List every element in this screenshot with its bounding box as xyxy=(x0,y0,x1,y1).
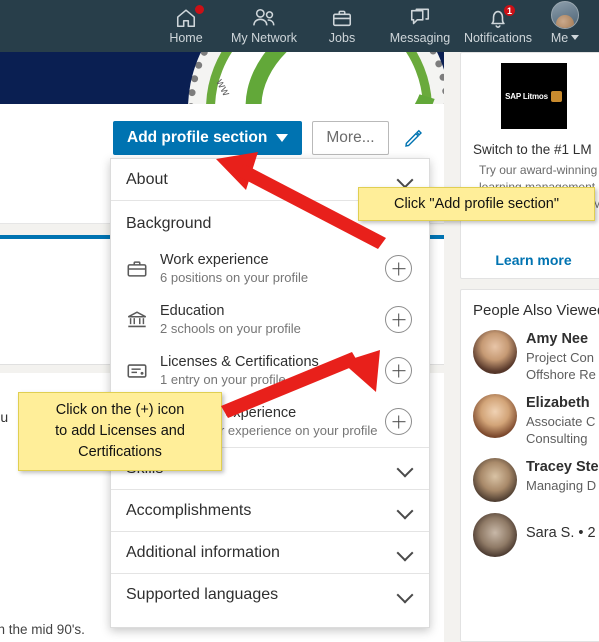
dropdown-item-licenses-certifications[interactable]: Licenses & Certifications 1 entry on you… xyxy=(111,345,429,396)
person-name: Elizabeth xyxy=(526,395,590,411)
dropdown-item-sub: 6 positions on your profile xyxy=(160,270,309,285)
people-also-viewed-card: People Also Viewed Amy Nee Project Con O… xyxy=(460,289,599,642)
add-work-experience-button[interactable] xyxy=(385,255,412,282)
dropdown-item-name: Education xyxy=(160,303,225,319)
chevron-down-icon xyxy=(571,34,580,40)
nav-item-label: Jobs xyxy=(328,30,356,45)
notifications-badge: 1 xyxy=(503,3,516,17)
person-subtitle-1: Managing D xyxy=(526,478,597,493)
nav-item-my-network[interactable]: My Network xyxy=(225,0,303,52)
avatar xyxy=(473,458,517,502)
dropdown-item-education[interactable]: Education 2 schools on your profile xyxy=(111,294,429,345)
nav-item-label: Home xyxy=(169,30,203,45)
dropdown-item-sub: 2 schools on your profile xyxy=(160,321,301,336)
certificate-icon xyxy=(126,360,160,382)
briefcase-icon xyxy=(126,258,160,280)
dropdown-section-accomplishments[interactable]: Accomplishments xyxy=(111,490,429,532)
callout-text-line1: Click on the (+) icon xyxy=(55,402,185,418)
list-item[interactable]: Elizabeth Associate C Consulting xyxy=(461,383,599,447)
dropdown-section-additional-information[interactable]: Additional information xyxy=(111,532,429,574)
ad-body-line1: Try our award-winning xyxy=(479,163,598,177)
callout-add-profile-section: Click "Add profile section" xyxy=(358,187,595,221)
person-subtitle-1: Associate C xyxy=(526,414,596,429)
person-name: Sara S. • 2 xyxy=(526,525,596,541)
dropdown-section-label: Supported languages xyxy=(126,586,279,603)
chevron-down-icon xyxy=(398,588,412,602)
home-badge xyxy=(194,3,205,15)
people-also-viewed-title: People Also Viewed xyxy=(473,302,599,319)
sponsored-ad-card[interactable]: SAP Litmos Switch to the #1 LM Try our a… xyxy=(460,52,599,279)
edit-profile-button[interactable] xyxy=(399,126,427,150)
nav-item-label: My Network xyxy=(231,30,297,45)
chevron-down-icon xyxy=(276,134,289,142)
add-licenses-certifications-button[interactable] xyxy=(385,357,412,384)
right-rail: SAP Litmos Switch to the #1 LM Try our a… xyxy=(452,52,599,642)
chevron-down-icon xyxy=(398,546,412,560)
list-item[interactable]: Tracey Ste Managing D xyxy=(461,447,599,502)
dropdown-section-label: Additional information xyxy=(126,543,280,561)
network-icon xyxy=(251,7,277,29)
profile-actions: Add profile section More... xyxy=(113,121,427,155)
linkedin-profile-screen: ww .emp om ions · Fou eption in the mid … xyxy=(0,0,599,642)
experience-title: Fou xyxy=(0,409,9,425)
dropdown-item-name: Licenses & Certifications xyxy=(160,354,319,370)
dropdown-section-supported-languages[interactable]: Supported languages xyxy=(111,574,429,616)
callout-add-licenses: Click on the (+) icon to add Licenses an… xyxy=(18,392,222,471)
person-name: Amy Nee xyxy=(526,331,589,347)
profile-cover-photo: ww .emp om xyxy=(0,52,444,104)
add-education-button[interactable] xyxy=(385,306,412,333)
nav-item-messaging[interactable]: Messaging xyxy=(381,0,459,52)
nav-item-label: Notifications xyxy=(463,30,533,45)
ad-title: Switch to the #1 LM xyxy=(473,142,592,157)
ad-logo: SAP Litmos xyxy=(500,63,567,129)
dropdown-item-name: Work experience xyxy=(160,252,269,268)
person-subtitle-1: Project Con xyxy=(526,350,594,365)
dropdown-item-work-experience[interactable]: Work experience 6 positions on your prof… xyxy=(111,243,429,294)
school-icon xyxy=(126,309,160,331)
nav-item-home[interactable]: Home xyxy=(147,0,225,52)
dropdown-section-about-label: About xyxy=(126,170,168,188)
person-name: Tracey Ste xyxy=(526,459,599,475)
cover-logo-text: ww .emp om xyxy=(208,76,434,104)
avatar xyxy=(473,330,517,374)
add-profile-section-button[interactable]: Add profile section xyxy=(113,121,303,155)
home-icon xyxy=(174,3,205,29)
ad-learn-more-link[interactable]: Learn more xyxy=(461,252,599,268)
ad-logo-text: SAP Litmos xyxy=(505,91,548,101)
list-item[interactable]: Sara S. • 2 xyxy=(461,502,599,557)
bell-icon: 1 xyxy=(487,3,516,29)
ad-logo-mark-icon xyxy=(550,90,562,102)
cover-text-a: ww xyxy=(213,77,233,99)
add-volunteer-experience-button[interactable] xyxy=(385,408,412,435)
nav-item-label: Messaging xyxy=(389,30,451,45)
dropdown-section-label: Accomplishments xyxy=(126,501,252,519)
profile-body-text: eption in the mid 90's. xyxy=(0,622,85,637)
nav-item-label: Me xyxy=(550,30,569,45)
list-item[interactable]: Amy Nee Project Con Offshore Re xyxy=(461,319,599,383)
callout-text-line2: to add Licenses and xyxy=(55,423,185,439)
nav-item-notifications[interactable]: 1 Notifications xyxy=(459,0,537,52)
avatar xyxy=(473,394,517,438)
pencil-icon xyxy=(404,129,422,147)
callout-text: Click "Add profile section" xyxy=(393,196,560,212)
person-subtitle-2: Consulting xyxy=(526,431,588,446)
nav-item-me[interactable]: Me xyxy=(537,0,593,52)
more-button[interactable]: More... xyxy=(312,121,389,155)
chevron-down-icon xyxy=(398,504,412,518)
briefcase-icon xyxy=(330,7,354,29)
messaging-icon xyxy=(408,7,432,29)
avatar xyxy=(473,513,517,557)
global-navigation-bar: Home My Network Jobs Messaging 1 Notific… xyxy=(0,0,599,52)
callout-text-line3: Certifications xyxy=(78,444,162,460)
add-profile-section-label: Add profile section xyxy=(127,129,268,146)
avatar xyxy=(551,0,579,29)
dropdown-item-sub: 1 entry on your profile xyxy=(160,372,286,387)
person-subtitle-2: Offshore Re xyxy=(526,367,596,382)
chevron-down-icon xyxy=(398,462,412,476)
nav-item-jobs[interactable]: Jobs xyxy=(303,0,381,52)
chevron-down-icon xyxy=(398,173,412,187)
